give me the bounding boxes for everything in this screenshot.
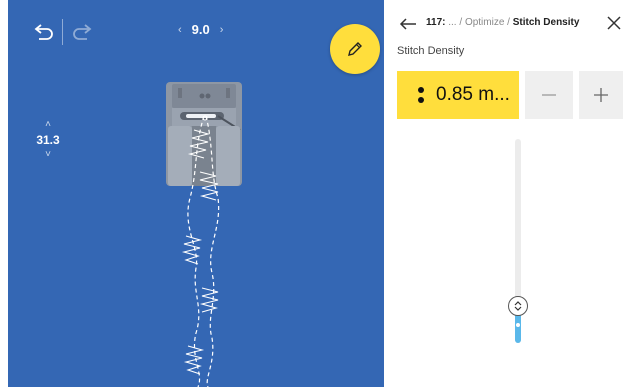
close-icon[interactable] [606,15,622,31]
density-slider-thumb[interactable] [508,296,528,316]
minus-icon [542,94,556,96]
zoom-value: 9.0 [191,22,210,37]
pencil-icon [348,42,362,56]
panel-header: 117: ... / Optimize / Stitch Density [384,10,623,38]
stitch-density-value-field[interactable]: 0.85 m... [397,71,519,119]
arrow-left-icon[interactable] [398,14,418,34]
increase-button[interactable] [579,71,623,119]
zoom-prev-button[interactable]: ‹ [178,24,182,36]
edit-button[interactable] [330,24,380,74]
breadcrumb-ellipsis[interactable]: ... [448,17,456,28]
panel-title: Stitch Density [397,45,465,57]
side-value-up-button[interactable]: ˄ [45,118,51,132]
breadcrumb: 117: ... / Optimize / Stitch Density [426,17,579,28]
decrease-button[interactable] [525,71,573,119]
zoom-control: ‹ 9.0 › [178,22,223,37]
breadcrumb-id[interactable]: 117: [426,17,445,28]
breadcrumb-separator: / [456,17,465,28]
stitch-density-icon [418,87,424,103]
side-value-down-button[interactable]: ˅ [45,148,51,162]
breadcrumb-separator: / [504,17,513,28]
density-slider-fill-marker [516,323,520,327]
plus-icon [594,88,608,102]
chevron-up-down-icon [514,301,522,311]
embroidery-canvas[interactable]: ‹ 9.0 › ˄ 31.3 ˅ [8,0,384,387]
zoom-next-button[interactable]: › [220,24,224,36]
side-value-control: ˄ 31.3 ˅ [30,118,66,162]
redo-icon[interactable] [70,20,96,46]
embroidery-canvas-area: ‹ 9.0 › ˄ 31.3 ˅ [0,0,384,387]
toolbar-separator [62,19,63,45]
breadcrumb-parent[interactable]: Optimize [465,17,504,28]
stitch-density-value: 0.85 m... [436,84,510,105]
app-window: ‹ 9.0 › ˄ 31.3 ˅ 117: ... / Optimize / S… [0,0,623,387]
side-value: 31.3 [36,133,60,147]
undo-icon[interactable] [30,20,56,46]
presser-foot-preview [166,82,242,387]
properties-panel: 117: ... / Optimize / Stitch Density Sti… [384,0,623,387]
density-slider-fill [515,313,521,343]
breadcrumb-current: Stitch Density [512,17,580,28]
